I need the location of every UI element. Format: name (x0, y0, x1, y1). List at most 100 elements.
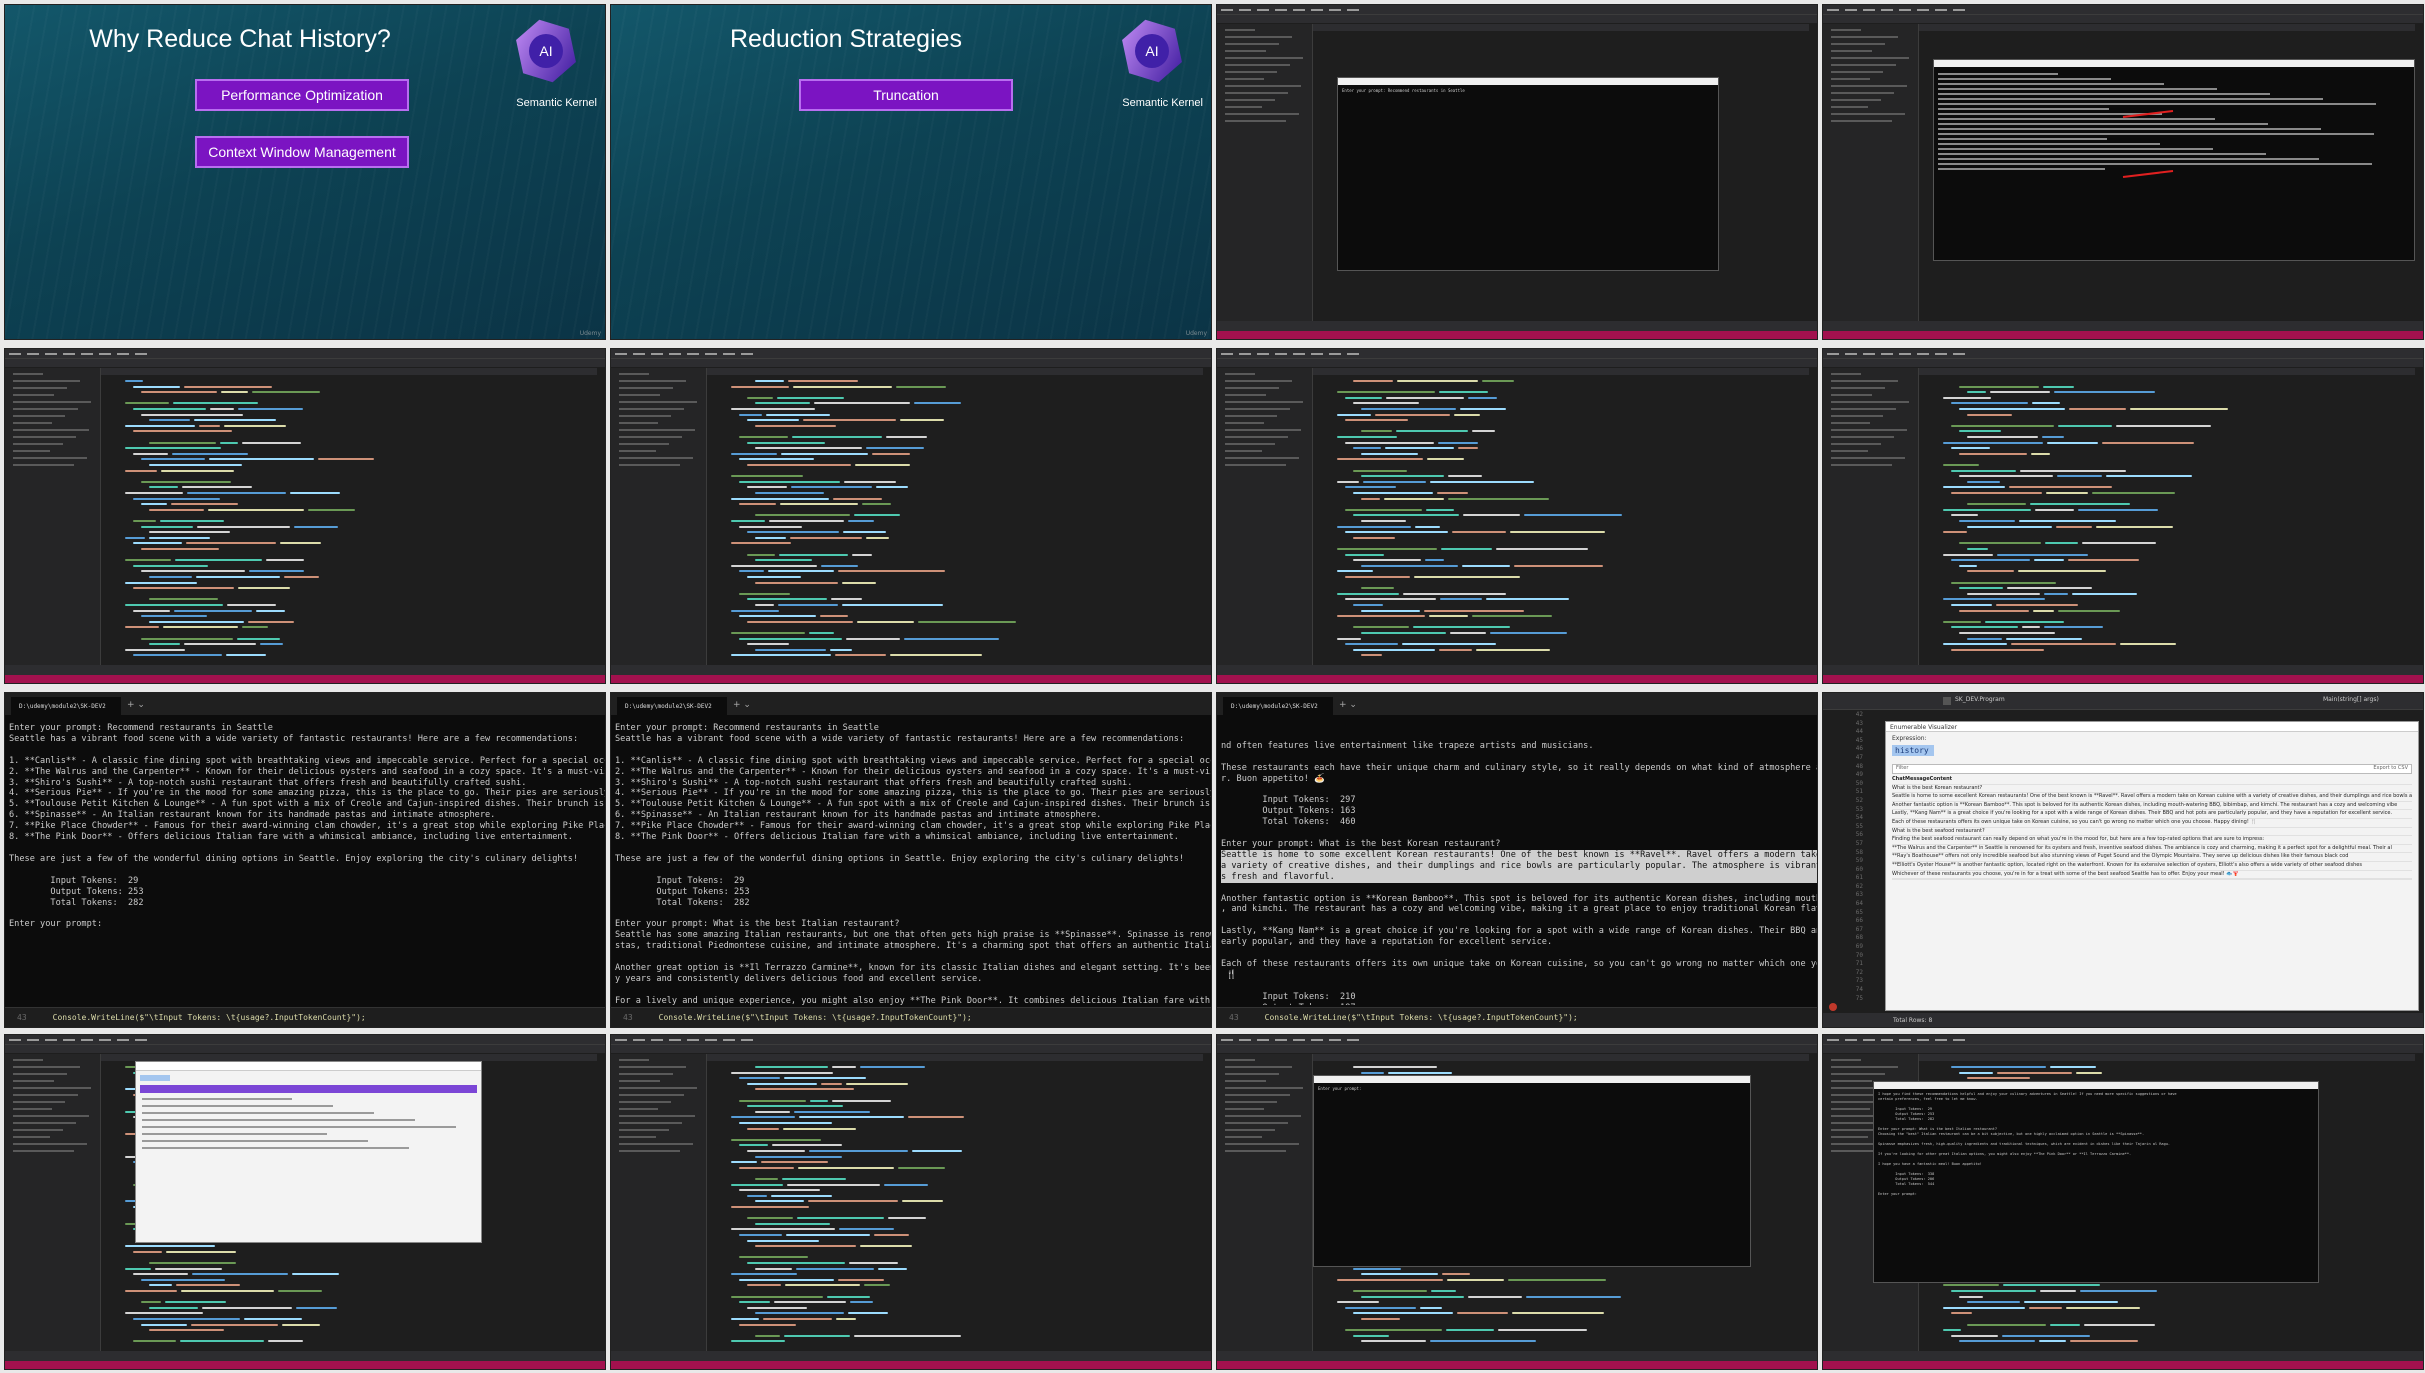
tree-item[interactable] (1831, 394, 1872, 396)
solution-explorer[interactable] (5, 368, 101, 665)
filter-input[interactable]: Filter Export to CSV (1892, 764, 2412, 774)
tree-item[interactable] (1225, 443, 1275, 445)
tree-item[interactable] (1225, 387, 1279, 389)
tree-item[interactable] (1831, 401, 1909, 403)
tree-item[interactable] (619, 401, 697, 403)
ide-toolbar[interactable] (5, 1045, 605, 1053)
tree-item[interactable] (13, 443, 63, 445)
ide-menu-bar[interactable] (1217, 349, 1817, 359)
tree-item[interactable] (13, 1094, 78, 1096)
tree-item[interactable] (13, 373, 43, 375)
tree-item[interactable] (619, 464, 680, 466)
tree-item[interactable] (1225, 1122, 1288, 1124)
tree-item[interactable] (619, 450, 656, 452)
tree-item[interactable] (1225, 1080, 1266, 1082)
visualizer-row[interactable]: Whichever of these restaurants you choos… (1892, 871, 2412, 880)
ide-menu-bar[interactable] (611, 1035, 1211, 1045)
tree-item[interactable] (1831, 57, 1909, 59)
visualizer-row[interactable]: **Elliott's Oyster House** is another fa… (1892, 862, 2412, 871)
tree-item[interactable] (1831, 436, 1894, 438)
tree-item[interactable] (1225, 1136, 1262, 1138)
console-window[interactable]: I hope you find these recommendations he… (1873, 1081, 2319, 1283)
tree-item[interactable] (1225, 408, 1290, 410)
tree-item[interactable] (619, 443, 669, 445)
visualizer-row[interactable]: Another fantastic option is **Korean Bam… (1892, 802, 2412, 811)
tree-item[interactable] (13, 1066, 80, 1068)
visualizer-row[interactable] (142, 1105, 333, 1107)
tree-item[interactable] (619, 394, 660, 396)
ide-toolbar[interactable] (1823, 1045, 2423, 1053)
tree-item[interactable] (1831, 120, 1892, 122)
ide-menu-bar[interactable] (5, 1035, 605, 1045)
tree-item[interactable] (1831, 29, 1861, 31)
tree-item[interactable] (1831, 1108, 1870, 1110)
tree-item[interactable] (1225, 1066, 1292, 1068)
console-window[interactable]: Enter your prompt: (1313, 1075, 1751, 1267)
tree-item[interactable] (1225, 71, 1277, 73)
tree-item[interactable] (1831, 106, 1868, 108)
tree-item[interactable] (1225, 29, 1255, 31)
tree-item[interactable] (1225, 1143, 1299, 1145)
tree-item[interactable] (619, 1080, 660, 1082)
tree-item[interactable] (619, 436, 682, 438)
tree-item[interactable] (1225, 85, 1301, 87)
tree-item[interactable] (1225, 1094, 1290, 1096)
tree-item[interactable] (619, 457, 693, 459)
tree-item[interactable] (1225, 457, 1299, 459)
ide-toolbar[interactable] (611, 359, 1211, 367)
terminal-output[interactable]: Enter your prompt: Recommend restaurants… (9, 723, 605, 1005)
solution-explorer[interactable] (1823, 24, 1919, 321)
tree-item[interactable] (1831, 99, 1881, 101)
tree-item[interactable] (1831, 429, 1907, 431)
tree-item[interactable] (619, 408, 684, 410)
tree-item[interactable] (619, 1108, 658, 1110)
tree-item[interactable] (1225, 1115, 1301, 1117)
tree-item[interactable] (1225, 50, 1266, 52)
tree-item[interactable] (1831, 1059, 1861, 1061)
visualizer-row[interactable]: Seattle is home to some excellent Korean… (1892, 793, 2412, 802)
ide-menu-bar[interactable] (1823, 349, 2423, 359)
solution-explorer[interactable] (1217, 24, 1313, 321)
tree-item[interactable] (13, 1059, 43, 1061)
tree-item[interactable] (13, 1136, 50, 1138)
ide-menu-bar[interactable] (1823, 5, 2423, 15)
tree-item[interactable] (13, 1087, 91, 1089)
solution-explorer[interactable] (1823, 368, 1919, 665)
tree-item[interactable] (619, 415, 671, 417)
tree-item[interactable] (1225, 415, 1277, 417)
tree-item[interactable] (13, 1115, 89, 1117)
new-tab-icon[interactable]: + ⌄ (733, 700, 751, 710)
tree-item[interactable] (13, 394, 54, 396)
tree-item[interactable] (619, 1143, 693, 1145)
tree-item[interactable] (1225, 394, 1266, 396)
tree-item[interactable] (1831, 408, 1896, 410)
tree-item[interactable] (1225, 1129, 1275, 1131)
tree-item[interactable] (13, 401, 91, 403)
new-tab-icon[interactable]: + ⌄ (1339, 700, 1357, 710)
tree-item[interactable] (1831, 1136, 1868, 1138)
ide-toolbar[interactable] (1823, 15, 2423, 23)
tree-item[interactable] (1225, 1087, 1303, 1089)
breadcrumb[interactable]: SK_DEV.Program (1955, 696, 2005, 703)
visualizer-row[interactable] (142, 1098, 292, 1100)
tree-item[interactable] (1225, 78, 1264, 80)
terminal-output[interactable]: nd often features live entertainment lik… (1221, 719, 1817, 1005)
tree-item[interactable] (1831, 36, 1898, 38)
tree-item[interactable] (13, 387, 67, 389)
ide-menu-bar[interactable] (1823, 1035, 2423, 1045)
visualizer-row[interactable] (142, 1119, 415, 1121)
ide-toolbar[interactable] (5, 359, 605, 367)
solution-explorer[interactable] (611, 1054, 707, 1351)
tree-item[interactable] (1225, 422, 1264, 424)
tree-item[interactable] (619, 1136, 656, 1138)
ide-toolbar[interactable] (1217, 1045, 1817, 1053)
tree-item[interactable] (619, 1115, 695, 1117)
tree-item[interactable] (1225, 106, 1262, 108)
tree-item[interactable] (1225, 429, 1301, 431)
tree-item[interactable] (1831, 373, 1861, 375)
visualizer-popup[interactable] (135, 1061, 482, 1243)
tree-item[interactable] (1831, 1066, 1898, 1068)
tree-item[interactable] (13, 1108, 52, 1110)
tree-item[interactable] (1831, 443, 1881, 445)
tree-item[interactable] (1225, 64, 1290, 66)
